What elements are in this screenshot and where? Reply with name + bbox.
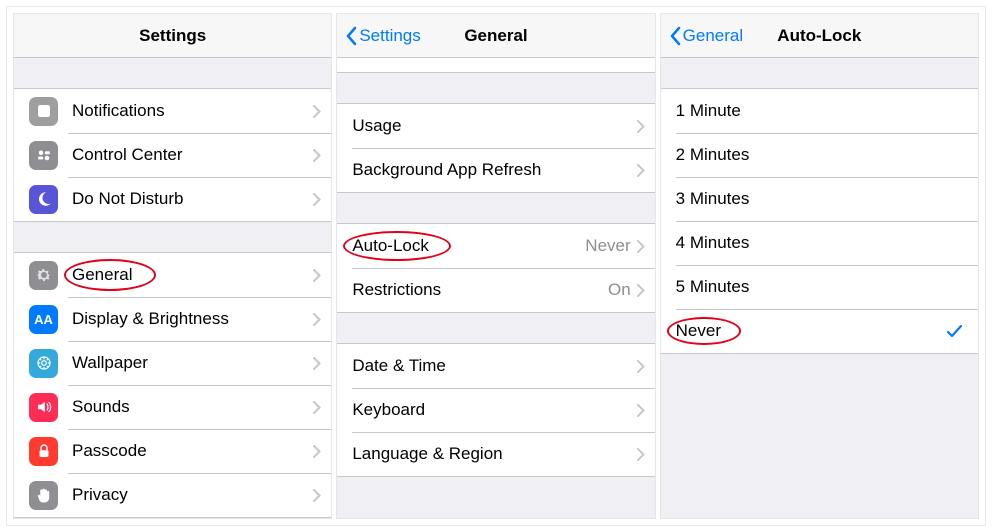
nav-title: Settings [14,26,331,46]
row-sounds[interactable]: Sounds [14,385,331,429]
chevron-right-icon [637,164,645,177]
row-control-center[interactable]: Control Center [14,133,331,177]
row-general[interactable]: General [14,253,331,297]
option-label: 2 Minutes [676,145,968,165]
chevron-right-icon [637,404,645,417]
row-label: Restrictions [352,280,608,300]
moon-icon [29,185,58,214]
row-privacy[interactable]: Privacy [14,473,331,517]
chevron-right-icon [637,360,645,373]
nav-bar: Settings General [337,14,654,58]
row-bg-refresh[interactable]: Background App Refresh [337,148,654,192]
back-label: Settings [359,26,420,46]
option-never[interactable]: Never [661,309,978,353]
option-5-minutes[interactable]: 5 Minutes [661,265,978,309]
chevron-right-icon [313,193,321,206]
settings-group-1: Notifications Control Center Do Not Dist… [14,88,331,222]
row-usage[interactable]: Usage [337,104,654,148]
row-label: Usage [352,116,636,136]
chevron-right-icon [313,105,321,118]
settings-group-2: General AA Display & Brightness Wallpape… [14,252,331,518]
general-group-2: Auto-Lock Never Restrictions On [337,223,654,313]
option-label: 5 Minutes [676,277,968,297]
chevron-right-icon [313,357,321,370]
speaker-icon [29,393,58,422]
row-label: Keyboard [352,400,636,420]
row-label: Sounds [72,397,313,417]
settings-panel: Settings Notifications Control Center [13,13,332,519]
option-3-minutes[interactable]: 3 Minutes [661,177,978,221]
chevron-right-icon [637,240,645,253]
row-passcode[interactable]: Passcode [14,429,331,473]
row-label: Wallpaper [72,353,313,373]
row-label: Display & Brightness [72,309,313,329]
chevron-right-icon [313,313,321,326]
gear-icon [29,261,58,290]
row-label: Language & Region [352,444,636,464]
row-label: General [72,265,313,285]
chevron-right-icon [313,489,321,502]
chevron-right-icon [637,284,645,297]
option-label: 3 Minutes [676,189,968,209]
option-1-minute[interactable]: 1 Minute [661,89,978,133]
row-display[interactable]: AA Display & Brightness [14,297,331,341]
row-language-region[interactable]: Language & Region [337,432,654,476]
row-auto-lock[interactable]: Auto-Lock Never [337,224,654,268]
row-label: Privacy [72,485,313,505]
auto-lock-panel: General Auto-Lock 1 Minute 2 Minutes 3 M… [660,13,979,519]
option-label: 4 Minutes [676,233,968,253]
chevron-right-icon [637,120,645,133]
general-panel: Settings General Usage Background App Re… [336,13,655,519]
chevron-right-icon [313,269,321,282]
row-label: Auto-Lock [352,236,585,256]
control-center-icon [29,141,58,170]
row-wallpaper[interactable]: Wallpaper [14,341,331,385]
notifications-icon [29,97,58,126]
chevron-right-icon [637,448,645,461]
row-date-time[interactable]: Date & Time [337,344,654,388]
chevron-right-icon [313,149,321,162]
option-4-minutes[interactable]: 4 Minutes [661,221,978,265]
row-label: Control Center [72,145,313,165]
chevron-right-icon [313,401,321,414]
chevron-left-icon [345,26,357,46]
lock-icon [29,437,58,466]
general-group-3: Date & Time Keyboard Language & Region [337,343,654,477]
back-button[interactable]: General [669,26,743,46]
nav-bar: Settings [14,14,331,58]
row-label: Background App Refresh [352,160,636,180]
chevron-right-icon [313,445,321,458]
row-label: Passcode [72,441,313,461]
row-label: Do Not Disturb [72,189,313,209]
row-restrictions[interactable]: Restrictions On [337,268,654,312]
hand-icon [29,481,58,510]
row-label: Notifications [72,101,313,121]
option-label: 1 Minute [676,101,968,121]
option-2-minutes[interactable]: 2 Minutes [661,133,978,177]
general-group-1: Usage Background App Refresh [337,103,654,193]
option-label: Never [676,321,947,341]
row-value: On [608,280,631,300]
auto-lock-options: 1 Minute 2 Minutes 3 Minutes 4 Minutes 5… [661,88,978,354]
chevron-left-icon [669,26,681,46]
row-notifications[interactable]: Notifications [14,89,331,133]
row-value: Never [585,236,630,256]
nav-bar: General Auto-Lock [661,14,978,58]
display-icon: AA [29,305,58,334]
row-keyboard[interactable]: Keyboard [337,388,654,432]
wallpaper-icon [29,349,58,378]
row-dnd[interactable]: Do Not Disturb [14,177,331,221]
back-button[interactable]: Settings [345,26,420,46]
row-label: Date & Time [352,356,636,376]
checkmark-icon [947,325,962,338]
back-label: General [683,26,743,46]
